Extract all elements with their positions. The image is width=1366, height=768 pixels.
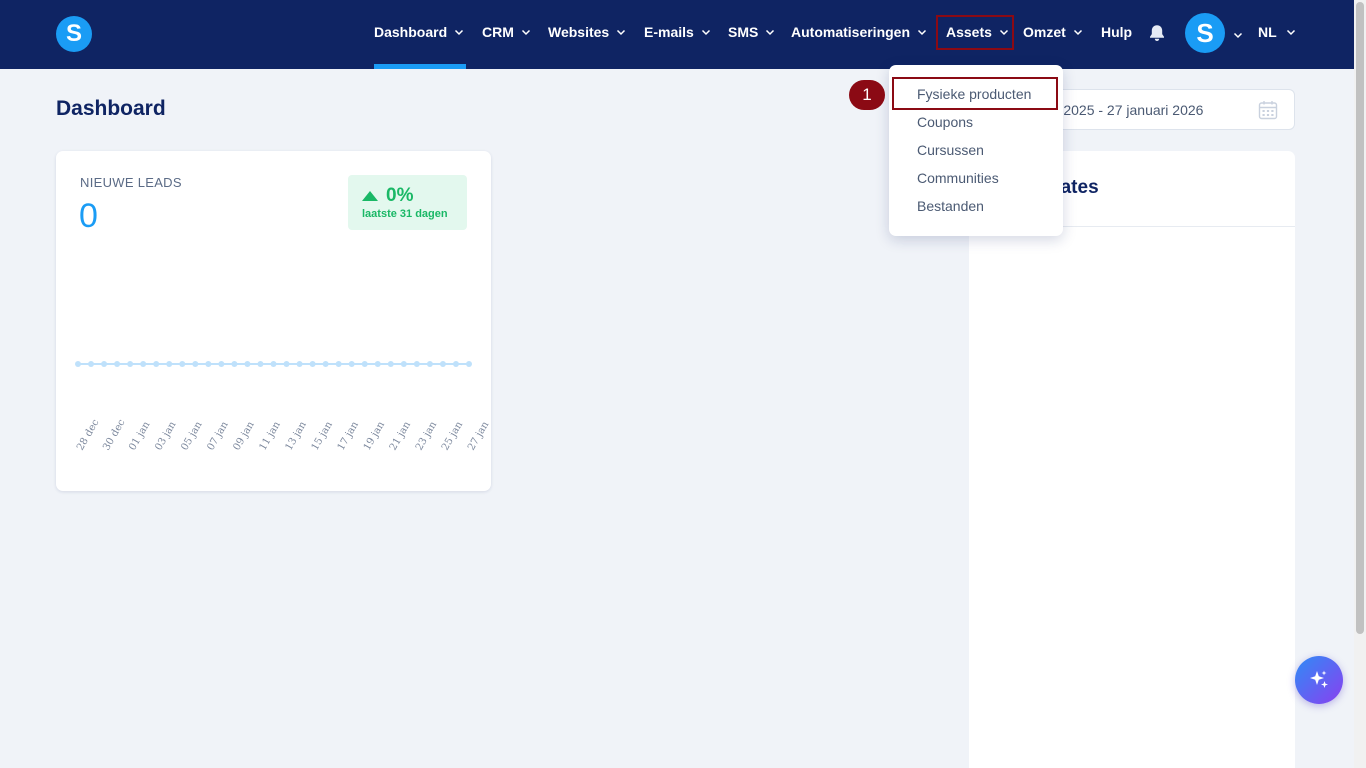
- data-point[interactable]: [452, 361, 459, 367]
- nav-sms[interactable]: SMS: [728, 0, 775, 64]
- chevron-down-icon[interactable]: [1233, 27, 1243, 39]
- x-tick-label: 25 jan: [440, 419, 466, 452]
- data-point[interactable]: [348, 361, 355, 367]
- language-label: NL: [1258, 24, 1277, 40]
- x-tick-label: 07 jan: [205, 419, 231, 452]
- x-tick-label: 28 dec: [75, 417, 102, 452]
- nav-emails[interactable]: E-mails: [644, 0, 711, 64]
- nav-label: Websites: [548, 24, 610, 40]
- data-point[interactable]: [335, 361, 342, 367]
- x-tick-label: 05 jan: [179, 419, 205, 452]
- data-point[interactable]: [387, 361, 394, 367]
- ai-assistant-button[interactable]: [1295, 656, 1343, 704]
- data-point[interactable]: [88, 361, 95, 367]
- x-tick-label: 27 jan: [466, 419, 491, 452]
- chevron-down-icon: [1286, 27, 1296, 37]
- data-point[interactable]: [153, 361, 160, 367]
- scrollbar-thumb[interactable]: [1356, 2, 1364, 634]
- x-tick-label: 30 dec: [101, 417, 128, 452]
- top-navbar: S Dashboard CRM Websites E-mails SMS Aut…: [0, 0, 1354, 69]
- data-point[interactable]: [192, 361, 199, 367]
- x-tick-label: 01 jan: [127, 419, 153, 452]
- menu-item-highlight-box: [892, 77, 1058, 110]
- menu-item-bestanden[interactable]: Bestanden: [917, 198, 984, 214]
- chevron-down-icon: [917, 27, 927, 37]
- data-point[interactable]: [400, 361, 407, 367]
- nav-dashboard[interactable]: Dashboard: [374, 0, 464, 64]
- chevron-down-icon: [454, 27, 464, 37]
- nav-automatiseringen[interactable]: Automatiseringen: [791, 0, 927, 64]
- x-tick-label: 21 jan: [388, 419, 414, 452]
- data-point[interactable]: [244, 361, 251, 367]
- data-point[interactable]: [374, 361, 381, 367]
- chevron-down-icon: [616, 27, 626, 37]
- nav-websites[interactable]: Websites: [548, 0, 626, 64]
- data-point[interactable]: [140, 361, 147, 367]
- page-title: Dashboard: [56, 97, 166, 120]
- data-point[interactable]: [231, 361, 238, 367]
- nav-label: SMS: [728, 24, 759, 40]
- nav-hulp[interactable]: Hulp: [1101, 0, 1132, 64]
- x-tick-label: 09 jan: [231, 419, 257, 452]
- data-point[interactable]: [166, 361, 173, 367]
- data-point[interactable]: [257, 361, 264, 367]
- x-tick-label: 19 jan: [362, 419, 388, 452]
- brand-logo[interactable]: S: [56, 16, 92, 52]
- updates-panel: dates: [969, 151, 1295, 768]
- calendar-icon: [1258, 101, 1278, 120]
- step-number-badge: 1: [849, 80, 885, 110]
- page-scrollbar[interactable]: [1354, 0, 1366, 768]
- data-point[interactable]: [270, 361, 277, 367]
- user-avatar[interactable]: S: [1185, 13, 1225, 53]
- data-point[interactable]: [413, 361, 420, 367]
- data-point[interactable]: [101, 361, 108, 367]
- chevron-down-icon: [521, 27, 531, 37]
- language-selector[interactable]: NL: [1258, 0, 1296, 64]
- data-point[interactable]: [466, 361, 472, 367]
- data-point[interactable]: [75, 361, 81, 367]
- leads-line-chart: 28 dec 30 dec 01 jan 03 jan 05 jan 07 jan 09 j…: [75, 361, 491, 453]
- x-tick-label: 17 jan: [336, 419, 362, 452]
- x-tick-label: 13 jan: [284, 419, 310, 452]
- bell-icon[interactable]: [1147, 23, 1167, 43]
- menu-item-communities[interactable]: Communities: [917, 170, 999, 186]
- data-point[interactable]: [283, 361, 290, 367]
- x-tick-label: 11 jan: [258, 419, 284, 452]
- nav-label: CRM: [482, 24, 514, 40]
- menu-item-coupons[interactable]: Coupons: [917, 114, 973, 130]
- avatar-letter: S: [1196, 17, 1214, 48]
- chevron-down-icon: [765, 27, 775, 37]
- data-point[interactable]: [322, 361, 329, 367]
- nav-label: Hulp: [1101, 24, 1133, 40]
- date-range-text: er 2025 - 27 januari 2026: [1047, 102, 1204, 118]
- data-point[interactable]: [361, 361, 368, 367]
- x-tick-label: 03 jan: [153, 419, 179, 452]
- data-point[interactable]: [309, 361, 316, 367]
- nav-label: Omzet: [1023, 24, 1066, 40]
- chevron-down-icon: [701, 27, 711, 37]
- nav-omzet[interactable]: Omzet: [1023, 0, 1083, 64]
- chevron-down-icon: [1073, 27, 1083, 37]
- nav-label: Automatiseringen: [791, 24, 911, 40]
- data-point[interactable]: [179, 361, 186, 367]
- sparkles-icon: [1310, 670, 1328, 688]
- nav-crm[interactable]: CRM: [482, 0, 531, 64]
- data-point[interactable]: [426, 361, 433, 367]
- data-point[interactable]: [127, 361, 134, 367]
- x-tick-label: 15 jan: [310, 419, 336, 452]
- new-leads-card: NIEUWE LEADS 0 0% laatste 31 dagen 28 de…: [56, 151, 491, 491]
- x-tick-label: 23 jan: [414, 419, 440, 452]
- data-point[interactable]: [218, 361, 225, 367]
- active-nav-indicator: [374, 64, 466, 69]
- assets-highlight-box: [936, 15, 1014, 50]
- logo-letter: S: [65, 20, 82, 47]
- nav-label: E-mails: [644, 24, 694, 40]
- data-point[interactable]: [296, 361, 303, 367]
- data-point[interactable]: [439, 361, 446, 367]
- menu-item-cursussen[interactable]: Cursussen: [917, 142, 984, 158]
- data-point[interactable]: [114, 361, 121, 367]
- nav-label: Dashboard: [374, 24, 448, 40]
- data-point[interactable]: [205, 361, 212, 367]
